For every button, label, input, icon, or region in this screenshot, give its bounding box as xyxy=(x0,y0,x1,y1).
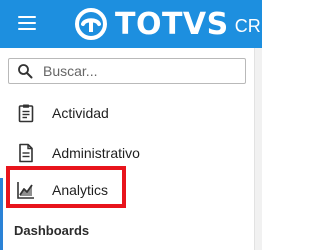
menu-line xyxy=(18,22,36,24)
search-input[interactable] xyxy=(43,63,233,79)
search-icon xyxy=(18,64,33,79)
sidebar-item-actividad[interactable]: Actividad xyxy=(0,93,254,133)
section-title-dashboards: Dashboards xyxy=(14,223,90,238)
menu-line xyxy=(18,16,36,18)
sidebar: Actividad Administrativo Analytics Dashb… xyxy=(0,48,255,250)
highlight-annotation xyxy=(6,166,126,208)
content-edge xyxy=(255,48,262,250)
clipboard-icon xyxy=(18,104,34,123)
brand-logo-area[interactable]: TOTVS CRM xyxy=(75,4,276,44)
top-bar: TOTVS CRM xyxy=(0,0,276,48)
brand-name: TOTVS xyxy=(115,6,229,42)
sidebar-item-label: Actividad xyxy=(52,105,109,121)
document-icon xyxy=(19,143,33,163)
sidebar-item-label: Administrativo xyxy=(52,145,140,161)
search-box[interactable] xyxy=(8,58,246,84)
product-name: CRM xyxy=(234,15,276,36)
totvs-logo-icon xyxy=(75,8,107,40)
menu-line xyxy=(18,28,36,30)
hamburger-menu-button[interactable] xyxy=(18,10,48,36)
